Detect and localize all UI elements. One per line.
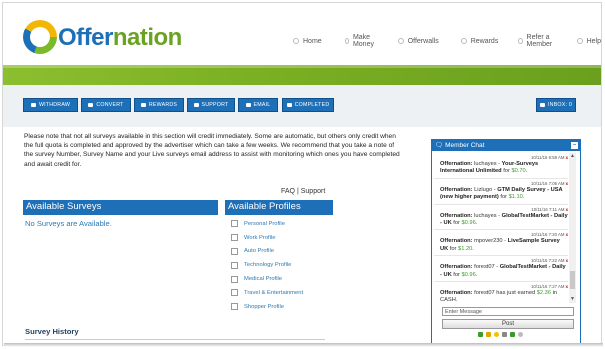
- profile-personal[interactable]: Personal Profile: [231, 217, 303, 231]
- chat-toolbar: [478, 332, 526, 337]
- checkbox[interactable]: [231, 303, 238, 311]
- checkbox[interactable]: [231, 289, 238, 297]
- delete-icon[interactable]: x: [566, 181, 568, 186]
- nav-refer-a-member[interactable]: Refer a Member: [518, 34, 554, 48]
- support-link[interactable]: Support: [301, 188, 326, 195]
- check-icon: [286, 103, 292, 107]
- nav-offerwalls[interactable]: Offerwalls: [397, 34, 439, 48]
- delete-icon[interactable]: x: [566, 258, 568, 263]
- logo-text: Offernation: [58, 24, 182, 51]
- page-shadow: [4, 343, 603, 347]
- checkbox[interactable]: [231, 220, 238, 228]
- settings-icon[interactable]: [518, 332, 523, 337]
- bullet-icon: [397, 38, 404, 44]
- profile-medical[interactable]: Medical Profile: [231, 272, 303, 286]
- convert-icon: [88, 103, 94, 107]
- help-links: FAQ | Support: [281, 188, 325, 195]
- survey-notice: Please note that not all surveys availab…: [24, 133, 400, 168]
- sound-icon[interactable]: [502, 332, 507, 337]
- chat-message: 10/11/16 7:22 AM x Offernation: forest07…: [434, 256, 568, 283]
- green-banner: [3, 65, 601, 85]
- completed-button[interactable]: COMPLETED: [282, 98, 334, 112]
- scroll-thumb[interactable]: [570, 271, 575, 289]
- bullet-icon: [576, 38, 583, 44]
- delete-icon[interactable]: x: [566, 284, 568, 289]
- chat-message: 10/11/16 7:06 AM x Offernation: Lizlugo …: [434, 179, 568, 205]
- chat-message: 10/11/16 7:27 AM x Offernation: forest07…: [434, 282, 568, 303]
- profile-work[interactable]: Work Profile: [231, 231, 303, 245]
- nav-make-money[interactable]: Make Money: [344, 34, 376, 48]
- offernation-logo[interactable]: Offernation: [23, 20, 183, 56]
- chat-bubble-icon: 🗨: [435, 142, 444, 149]
- support-button[interactable]: SUPPORT: [187, 98, 235, 112]
- faq-link[interactable]: FAQ: [281, 188, 295, 195]
- checkbox[interactable]: [231, 261, 238, 269]
- nav-rewards[interactable]: Rewards: [460, 34, 498, 48]
- scroll-down-icon[interactable]: ▼: [569, 296, 576, 303]
- profiles-divider: [225, 214, 333, 215]
- profiles-list: Personal Profile Work Profile Auto Profi…: [231, 217, 303, 314]
- top-navigation: Home Make Money Offerwalls Rewards Refer…: [293, 34, 601, 48]
- chat-message: 10/11/16 7:20 AM x Offernation: mpover23…: [434, 230, 568, 257]
- scroll-up-icon[interactable]: ▲: [569, 153, 576, 160]
- email-button[interactable]: EMAIL: [238, 98, 278, 112]
- surveys-divider: [23, 214, 218, 215]
- profile-auto[interactable]: Auto Profile: [231, 245, 303, 259]
- available-profiles-header: Available Profiles: [225, 200, 333, 214]
- plus-icon: [193, 103, 199, 107]
- member-chat-panel: 🗨 Member Chat – 10/11/16 6:58 AM x Offer…: [431, 139, 581, 345]
- chat-message: 10/11/16 6:58 AM x Offernation: luchayes…: [434, 153, 568, 179]
- pencil-icon[interactable]: [486, 332, 491, 337]
- inbox-button[interactable]: INBOX: 0: [536, 98, 576, 112]
- available-surveys-header: Available Surveys: [23, 200, 218, 214]
- minimize-icon[interactable]: –: [571, 142, 578, 149]
- link-separator: |: [296, 188, 299, 195]
- checkbox[interactable]: [231, 275, 238, 283]
- smiley-icon[interactable]: [494, 332, 499, 337]
- bullet-icon: [344, 38, 349, 44]
- expand-icon[interactable]: [510, 332, 515, 337]
- nav-home[interactable]: Home: [293, 34, 322, 48]
- chat-message-input[interactable]: Enter Message: [442, 307, 574, 316]
- no-surveys-message: No Surveys are Available.: [25, 219, 112, 228]
- refresh-icon[interactable]: [478, 332, 483, 337]
- delete-icon[interactable]: x: [566, 232, 568, 237]
- chat-header: 🗨 Member Chat –: [432, 140, 580, 151]
- logo-ring-icon: [23, 20, 57, 54]
- chat-message: 10/11/16 7:11 AM x Offernation: luchayes…: [434, 205, 568, 231]
- post-button[interactable]: Post: [442, 319, 574, 329]
- checkbox[interactable]: [231, 234, 238, 242]
- convert-button[interactable]: CONVERT: [81, 98, 131, 112]
- bullet-icon: [518, 38, 523, 44]
- gift-icon: [140, 103, 146, 107]
- history-divider: [25, 339, 325, 340]
- chat-messages[interactable]: 10/11/16 6:58 AM x Offernation: luchayes…: [434, 153, 568, 303]
- profile-shopper[interactable]: Shopper Profile: [231, 300, 303, 314]
- chat-scrollbar[interactable]: ▲ ▼: [569, 153, 576, 303]
- profile-technology[interactable]: Technology Profile: [231, 258, 303, 272]
- checkbox[interactable]: [231, 247, 238, 255]
- bank-icon: [30, 103, 36, 107]
- nav-help[interactable]: Help: [576, 34, 601, 48]
- rewards-button[interactable]: REWARDS: [134, 98, 184, 112]
- bullet-icon: [460, 38, 467, 44]
- delete-icon[interactable]: x: [566, 155, 568, 160]
- profile-travel[interactable]: Travel & Entertainment: [231, 286, 303, 300]
- envelope-icon: [245, 103, 251, 107]
- inbox-icon: [540, 103, 545, 107]
- bullet-icon: [293, 38, 299, 44]
- withdraw-button[interactable]: WITHDRAW: [23, 98, 78, 112]
- page: Offernation Home Make Money Offerwalls R…: [2, 2, 602, 346]
- survey-history-title: Survey History: [25, 327, 79, 336]
- delete-icon[interactable]: x: [566, 207, 568, 212]
